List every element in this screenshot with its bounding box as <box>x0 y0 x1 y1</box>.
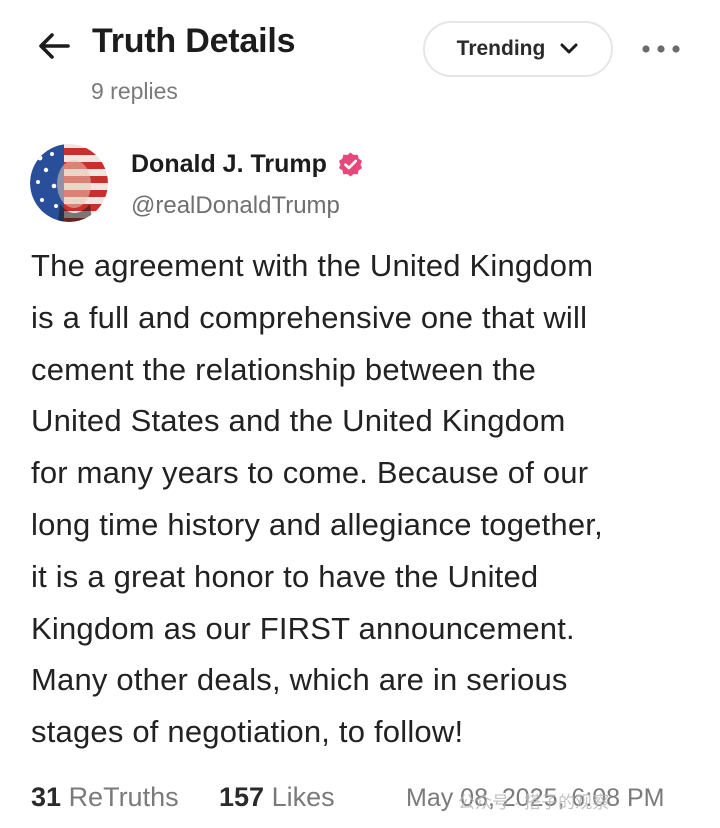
avatar[interactable] <box>30 144 108 222</box>
post-body: The agreement with the United Kingdom is… <box>31 240 696 758</box>
more-options-button[interactable] <box>636 36 686 62</box>
chevron-down-icon <box>560 43 578 54</box>
back-button[interactable] <box>32 26 76 66</box>
sort-dropdown[interactable]: Trending <box>423 21 613 77</box>
post-line: Many other deals, which are in serious <box>31 662 568 698</box>
author-name-row: Donald J. Trump <box>131 150 364 179</box>
post-line: it is a great honor to have the United <box>31 558 539 594</box>
page-title: Truth Details <box>92 22 296 60</box>
page-header: Truth Details 9 replies Trending <box>0 0 720 120</box>
post-line: Kingdom as our FIRST announcement. <box>31 610 575 646</box>
author-row: Donald J. Trump @realDonaldTrump <box>0 130 720 230</box>
likes-count: 157 <box>219 782 265 812</box>
retruths-label: ReTruths <box>68 782 179 812</box>
post-line: United States and the United Kingdom <box>31 403 566 439</box>
post-line: long time history and allegiance togethe… <box>31 506 603 542</box>
avatar-image <box>30 144 108 222</box>
reply-count: 9 replies <box>91 78 178 104</box>
likes-stat[interactable]: 157 Likes <box>219 782 335 813</box>
author-name[interactable]: Donald J. Trump <box>131 150 327 179</box>
retruths-count: 31 <box>31 782 62 812</box>
post-line: The agreement with the United Kingdom <box>31 248 594 283</box>
post-line: stages of negotiation, to follow! <box>31 714 464 750</box>
post-stats: 31 ReTruths 157 Likes May 08, 2025, 6:08… <box>0 776 720 820</box>
post-line: is a full and comprehensive one that wil… <box>31 299 588 335</box>
retruths-stat[interactable]: 31 ReTruths <box>31 782 179 813</box>
author-handle[interactable]: @realDonaldTrump <box>131 192 340 220</box>
post-line: for many years to come. Because of our <box>31 455 589 491</box>
likes-label: Likes <box>271 782 335 812</box>
ellipsis-icon <box>642 45 680 53</box>
post-timestamp: May 08, 2025, 6:08 PM <box>406 784 665 812</box>
arrow-left-icon <box>39 33 70 59</box>
sort-dropdown-label: Trending <box>456 37 546 60</box>
verified-badge-icon <box>338 152 362 177</box>
post-line: cement the relationship between the <box>31 351 537 387</box>
